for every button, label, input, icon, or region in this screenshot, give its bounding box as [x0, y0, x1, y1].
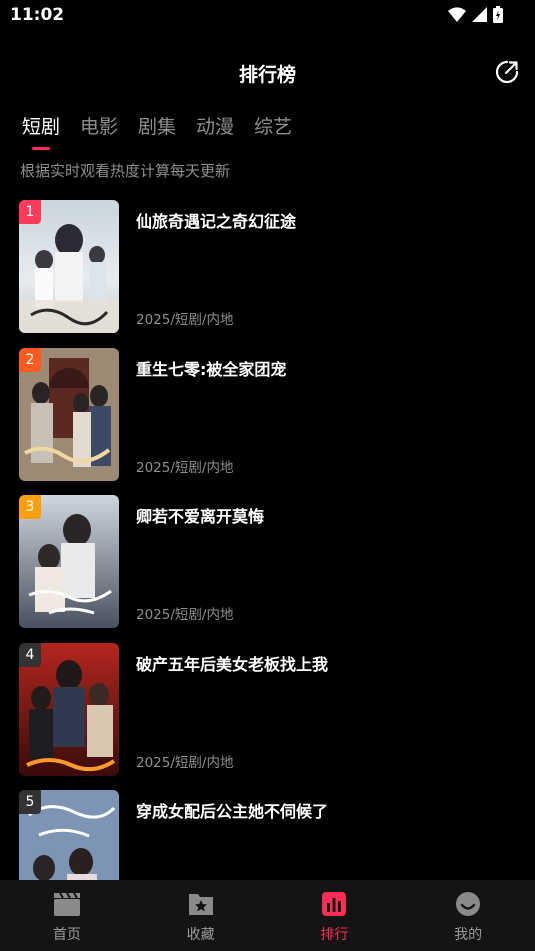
item-meta: 2025/短剧/内地 — [136, 607, 234, 623]
page-title: 排行榜 — [238, 64, 296, 86]
rank-badge: 1 — [19, 200, 41, 224]
nav-label: 我的 — [454, 927, 483, 943]
item-title: 仙旅奇遇记之奇幻征途 — [136, 212, 297, 231]
item-meta: 2025/短剧/内地 — [136, 312, 234, 328]
poster-image[interactable]: 1 — [19, 200, 119, 333]
folder-star-icon — [188, 894, 213, 915]
nav-label: 收藏 — [186, 927, 215, 943]
list-item[interactable]: 5 穿成女配后公主她不伺候了 — [0, 790, 535, 880]
item-title: 穿成女配后公主她不伺候了 — [136, 802, 329, 821]
signal-icon — [472, 7, 487, 22]
chart-bars-icon — [322, 892, 347, 916]
top-bar: 排行榜 — [0, 50, 535, 94]
poster-image[interactable]: 5 — [19, 790, 119, 880]
item-title: 卿若不爱离开莫悔 — [136, 507, 265, 526]
poster-image[interactable]: 2 — [19, 347, 119, 481]
poster-image[interactable]: 3 — [19, 495, 119, 628]
list-item[interactable]: 2 重生七零:被全家团宠 2025/短剧/内地 — [0, 347, 535, 496]
wifi-icon — [448, 7, 466, 22]
item-title: 破产五年后美女老板找上我 — [136, 654, 329, 674]
poster-image[interactable]: 4 — [19, 642, 119, 776]
rank-badge: 5 — [19, 790, 41, 814]
rank-badge: 2 — [19, 347, 41, 372]
tab-label: 综艺 — [254, 116, 293, 138]
clapperboard-icon — [53, 892, 80, 916]
rank-badge: 3 — [19, 495, 41, 519]
nav-ranking[interactable]: 排行 — [268, 880, 402, 951]
tab-short-drama[interactable]: 短剧 — [22, 112, 60, 150]
tab-series[interactable]: 剧集 — [138, 112, 176, 150]
tab-active-indicator — [32, 147, 50, 150]
smile-face-icon — [456, 892, 481, 916]
tab-label: 短剧 — [22, 116, 61, 138]
status-bar: 11:02 — [0, 0, 535, 32]
rank-badge: 4 — [19, 642, 41, 667]
tab-label: 动漫 — [196, 116, 235, 138]
ranking-description: 根据实时观看热度计算每天更新 — [20, 162, 231, 180]
tab-variety[interactable]: 综艺 — [254, 112, 292, 150]
share-icon[interactable] — [493, 58, 521, 86]
nav-favorites[interactable]: 收藏 — [134, 880, 268, 951]
list-item[interactable]: 4 破产五年后美女老板找上我 2025/短剧/内地 — [0, 642, 535, 791]
category-tabs: 短剧 电影 剧集 动漫 综艺 — [22, 112, 292, 150]
tab-movie[interactable]: 电影 — [80, 112, 118, 150]
ranking-list: 1 仙旅奇遇记之奇幻征途 2025/短剧/内地 2 重生七零:被全家团宠 202… — [0, 200, 535, 880]
item-title: 重生七零:被全家团宠 — [136, 359, 287, 379]
nav-label: 首页 — [52, 927, 81, 943]
tab-anime[interactable]: 动漫 — [196, 112, 234, 150]
list-item[interactable]: 1 仙旅奇遇记之奇幻征途 2025/短剧/内地 — [0, 200, 535, 348]
tab-label: 剧集 — [138, 116, 177, 138]
tab-label: 电影 — [80, 116, 119, 138]
nav-home[interactable]: 首页 — [0, 880, 134, 951]
nav-label: 排行 — [320, 927, 349, 943]
list-item[interactable]: 3 卿若不爱离开莫悔 2025/短剧/内地 — [0, 495, 535, 643]
item-meta: 2025/短剧/内地 — [136, 459, 234, 476]
battery-icon — [493, 6, 503, 23]
nav-profile[interactable]: 我的 — [401, 880, 535, 951]
bottom-nav: 首页 收藏 排行 我的 — [0, 880, 535, 951]
item-meta: 2025/短剧/内地 — [136, 754, 234, 771]
status-time: 11:02 — [10, 5, 65, 25]
status-icons — [448, 6, 503, 23]
